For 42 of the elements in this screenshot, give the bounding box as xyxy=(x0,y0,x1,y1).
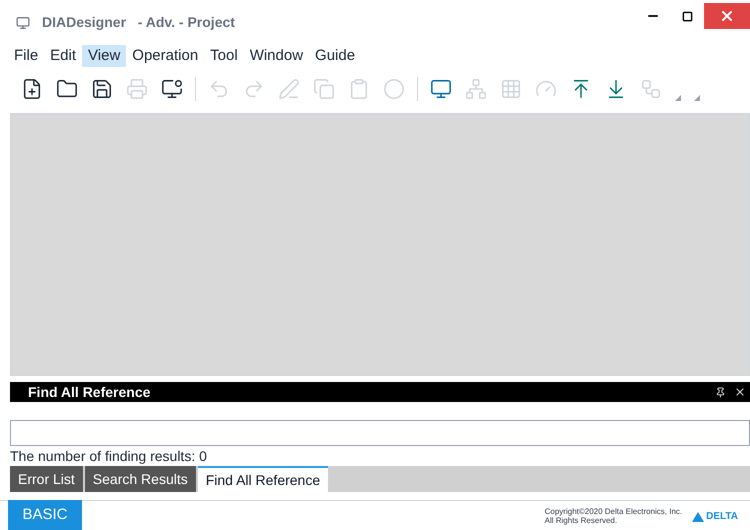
printer-icon xyxy=(126,78,148,100)
clipboard-icon xyxy=(348,78,370,100)
undo-icon xyxy=(208,78,230,100)
app-icon xyxy=(16,16,30,30)
redo-icon xyxy=(243,78,265,100)
new-file-icon xyxy=(21,78,43,100)
panel-title: Find All Reference xyxy=(28,382,150,402)
monitor-icon xyxy=(430,78,452,100)
search-field[interactable] xyxy=(10,420,750,446)
panel-tab[interactable]: Search Results xyxy=(84,466,196,492)
circle-icon xyxy=(383,78,405,100)
menu-item[interactable]: Tool xyxy=(204,45,244,67)
tree-icon xyxy=(465,78,487,100)
copyright-text: Copyright©2020 Delta Electronics, Inc. xyxy=(544,507,682,516)
panel-tab[interactable]: Error List xyxy=(10,466,83,492)
folder-icon xyxy=(56,78,78,100)
save-icon xyxy=(91,78,113,100)
logo-icon xyxy=(692,512,704,522)
menu-item[interactable]: Guide xyxy=(309,45,362,67)
pin-icon[interactable] xyxy=(715,386,726,398)
panel-tab[interactable]: Find All Reference xyxy=(198,466,328,492)
result-count: The number of finding results: 0 xyxy=(10,447,208,466)
menu-item[interactable]: File xyxy=(8,45,44,67)
close-icon xyxy=(719,8,735,24)
mode-button[interactable]: BASIC xyxy=(8,500,82,530)
grid-icon xyxy=(500,78,522,100)
close-icon[interactable] xyxy=(734,386,746,398)
corner-icon xyxy=(675,95,681,101)
maximize-icon xyxy=(682,10,692,22)
copy-icon xyxy=(313,78,335,100)
close-button[interactable] xyxy=(704,3,750,29)
corner-icon xyxy=(694,95,700,101)
copyright-text: All Rights Reserved. xyxy=(544,516,618,525)
menu-item[interactable]: Edit xyxy=(44,45,82,67)
logo-text: DELTA xyxy=(706,510,738,524)
network-icon xyxy=(640,78,662,100)
window-title: DIADesigner - Adv. - Project xyxy=(42,13,235,32)
menu-item[interactable]: Operation xyxy=(126,45,204,67)
menu-item[interactable]: Window xyxy=(244,45,310,67)
pen-icon xyxy=(278,78,300,100)
menu-item[interactable]: View xyxy=(82,45,126,67)
monitor-icon xyxy=(161,78,183,100)
